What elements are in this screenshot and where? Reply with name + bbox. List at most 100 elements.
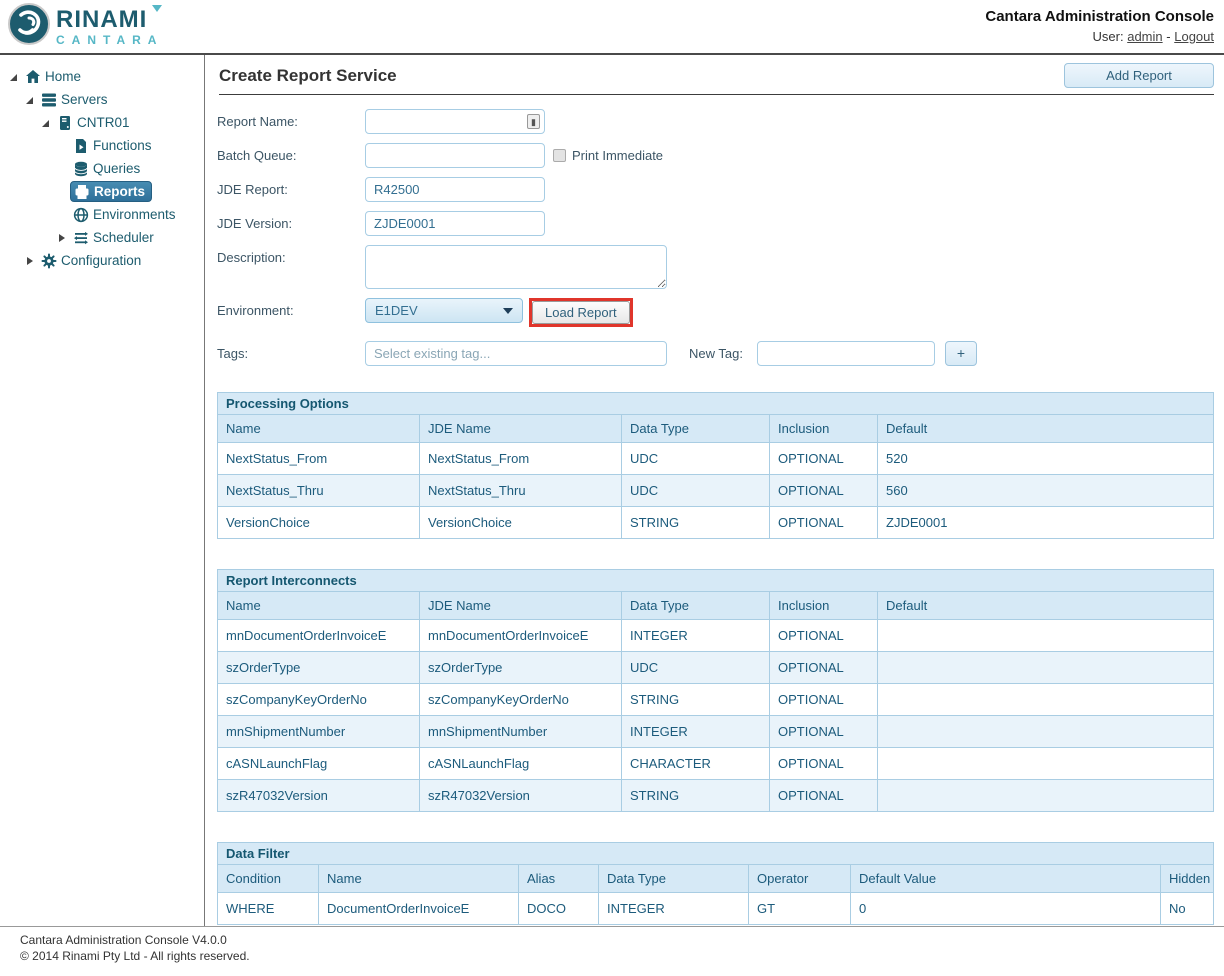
cell: No bbox=[1161, 893, 1214, 925]
cell: OPTIONAL bbox=[770, 652, 878, 684]
sidebar-item-configuration[interactable]: Configuration bbox=[0, 249, 204, 272]
cell: UDC bbox=[622, 443, 770, 475]
add-tag-button[interactable]: + bbox=[945, 341, 977, 366]
environment-label: Environment: bbox=[217, 298, 365, 318]
cell: cASNLaunchFlag bbox=[218, 748, 420, 780]
sidebar-item-queries[interactable]: Queries bbox=[0, 157, 204, 180]
sidebar-item-label: Servers bbox=[61, 92, 108, 107]
sidebar-item-home[interactable]: Home bbox=[0, 65, 204, 88]
expand-arrow-icon[interactable] bbox=[40, 117, 52, 129]
sidebar-nav: Home Servers CNTR01 Functions Queries Reports… bbox=[0, 55, 205, 926]
jde-report-input[interactable] bbox=[365, 177, 545, 202]
new-tag-input[interactable] bbox=[757, 341, 935, 366]
table-row[interactable]: mnDocumentOrderInvoiceEmnDocumentOrderIn… bbox=[218, 620, 1214, 652]
sidebar-item-reports[interactable]: Reports bbox=[0, 180, 204, 203]
cell: szOrderType bbox=[218, 652, 420, 684]
expand-arrow-icon[interactable] bbox=[24, 94, 36, 106]
sidebar-item-label: Home bbox=[45, 69, 81, 84]
sidebar-item-functions[interactable]: Functions bbox=[0, 134, 204, 157]
cell: OPTIONAL bbox=[770, 716, 878, 748]
cell: STRING bbox=[622, 780, 770, 812]
cell: DOCO bbox=[519, 893, 599, 925]
logout-link[interactable]: Logout bbox=[1174, 29, 1214, 44]
column-header: Data Type bbox=[622, 592, 770, 620]
sidebar-item-scheduler[interactable]: Scheduler bbox=[0, 226, 204, 249]
table-row[interactable]: WHEREDocumentOrderInvoiceEDOCOINTEGERGT0… bbox=[218, 893, 1214, 925]
cell: OPTIONAL bbox=[770, 475, 878, 507]
sidebar-item-label: Reports bbox=[94, 184, 145, 199]
expand-arrow-icon[interactable] bbox=[8, 71, 20, 83]
jde-version-input[interactable] bbox=[365, 211, 545, 236]
cell bbox=[878, 684, 1214, 716]
cell: OPTIONAL bbox=[770, 748, 878, 780]
main-content: Create Report Service Add Report Report … bbox=[205, 55, 1224, 926]
table-header-row: NameJDE NameData TypeInclusionDefault bbox=[218, 592, 1214, 620]
sidebar-item-label: Functions bbox=[93, 138, 152, 153]
cell: mnShipmentNumber bbox=[420, 716, 622, 748]
arrow-spacer bbox=[56, 186, 68, 198]
cell bbox=[878, 652, 1214, 684]
tags-input[interactable] bbox=[365, 341, 667, 366]
servers-icon bbox=[40, 91, 57, 108]
sidebar-item-label: Environments bbox=[93, 207, 176, 222]
table-row[interactable]: cASNLaunchFlagcASNLaunchFlagCHARACTEROPT… bbox=[218, 748, 1214, 780]
table-row[interactable]: szCompanyKeyOrderNoszCompanyKeyOrderNoST… bbox=[218, 684, 1214, 716]
sidebar-item-label: Scheduler bbox=[93, 230, 154, 245]
description-textarea[interactable] bbox=[365, 245, 667, 289]
logo-title: RINAMI bbox=[56, 6, 147, 33]
table-row[interactable]: mnShipmentNumbermnShipmentNumberINTEGERO… bbox=[218, 716, 1214, 748]
app-title: Cantara Administration Console bbox=[985, 6, 1214, 28]
table-title-row: Report Interconnects bbox=[218, 570, 1214, 592]
cell bbox=[878, 620, 1214, 652]
cell: OPTIONAL bbox=[770, 780, 878, 812]
new-tag-label: New Tag: bbox=[689, 346, 743, 361]
column-header: Condition bbox=[218, 865, 319, 893]
load-report-button[interactable]: Load Report bbox=[532, 301, 630, 324]
cell: mnDocumentOrderInvoiceE bbox=[420, 620, 622, 652]
environment-select[interactable]: E1DEV bbox=[365, 298, 523, 323]
expand-arrow-icon[interactable] bbox=[24, 255, 36, 267]
table-row[interactable]: szR47032VersionszR47032VersionSTRINGOPTI… bbox=[218, 780, 1214, 812]
batch-queue-label: Batch Queue: bbox=[217, 143, 365, 163]
column-header: JDE Name bbox=[420, 592, 622, 620]
table-row[interactable]: NextStatus_FromNextStatus_FromUDCOPTIONA… bbox=[218, 443, 1214, 475]
print-immediate-checkbox[interactable] bbox=[553, 149, 566, 162]
cell: OPTIONAL bbox=[770, 507, 878, 539]
globe-icon bbox=[72, 206, 89, 223]
chevron-down-icon bbox=[503, 308, 513, 314]
batch-queue-input[interactable] bbox=[365, 143, 545, 168]
table-row[interactable]: szOrderTypeszOrderTypeUDCOPTIONAL bbox=[218, 652, 1214, 684]
column-header: Default bbox=[878, 592, 1214, 620]
app-header: RINAMI CANTARA Cantara Administration Co… bbox=[0, 0, 1224, 55]
jde-report-label: JDE Report: bbox=[217, 177, 365, 197]
sidebar-item-servers[interactable]: Servers bbox=[0, 88, 204, 111]
sidebar-item-environments[interactable]: Environments bbox=[0, 203, 204, 226]
home-icon bbox=[24, 68, 41, 85]
sidebar-item-cntr01[interactable]: CNTR01 bbox=[0, 111, 204, 134]
column-header: Alias bbox=[519, 865, 599, 893]
table-row[interactable]: VersionChoiceVersionChoiceSTRINGOPTIONAL… bbox=[218, 507, 1214, 539]
table-header-row: NameJDE NameData TypeInclusionDefault bbox=[218, 415, 1214, 443]
cell bbox=[878, 780, 1214, 812]
cell: 0 bbox=[851, 893, 1161, 925]
logo-mark-icon bbox=[8, 3, 50, 50]
add-report-button[interactable]: Add Report bbox=[1064, 63, 1214, 88]
user-label: User: bbox=[1093, 29, 1124, 44]
cell: VersionChoice bbox=[420, 507, 622, 539]
expand-arrow-icon[interactable] bbox=[56, 232, 68, 244]
column-header: Name bbox=[319, 865, 519, 893]
description-label: Description: bbox=[217, 245, 365, 265]
report-name-input[interactable] bbox=[365, 109, 545, 134]
column-header: Default bbox=[878, 415, 1214, 443]
table-title: Report Interconnects bbox=[218, 570, 1214, 592]
cell: OPTIONAL bbox=[770, 620, 878, 652]
app-footer: Cantara Administration Console V4.0.0 © … bbox=[0, 926, 1224, 974]
cell: mnShipmentNumber bbox=[218, 716, 420, 748]
cell: OPTIONAL bbox=[770, 684, 878, 716]
user-link[interactable]: admin bbox=[1127, 29, 1162, 44]
cell: szR47032Version bbox=[218, 780, 420, 812]
table-title-row: Processing Options bbox=[218, 393, 1214, 415]
table-row[interactable]: NextStatus_ThruNextStatus_ThruUDCOPTIONA… bbox=[218, 475, 1214, 507]
cell bbox=[878, 748, 1214, 780]
server-icon bbox=[56, 114, 73, 131]
